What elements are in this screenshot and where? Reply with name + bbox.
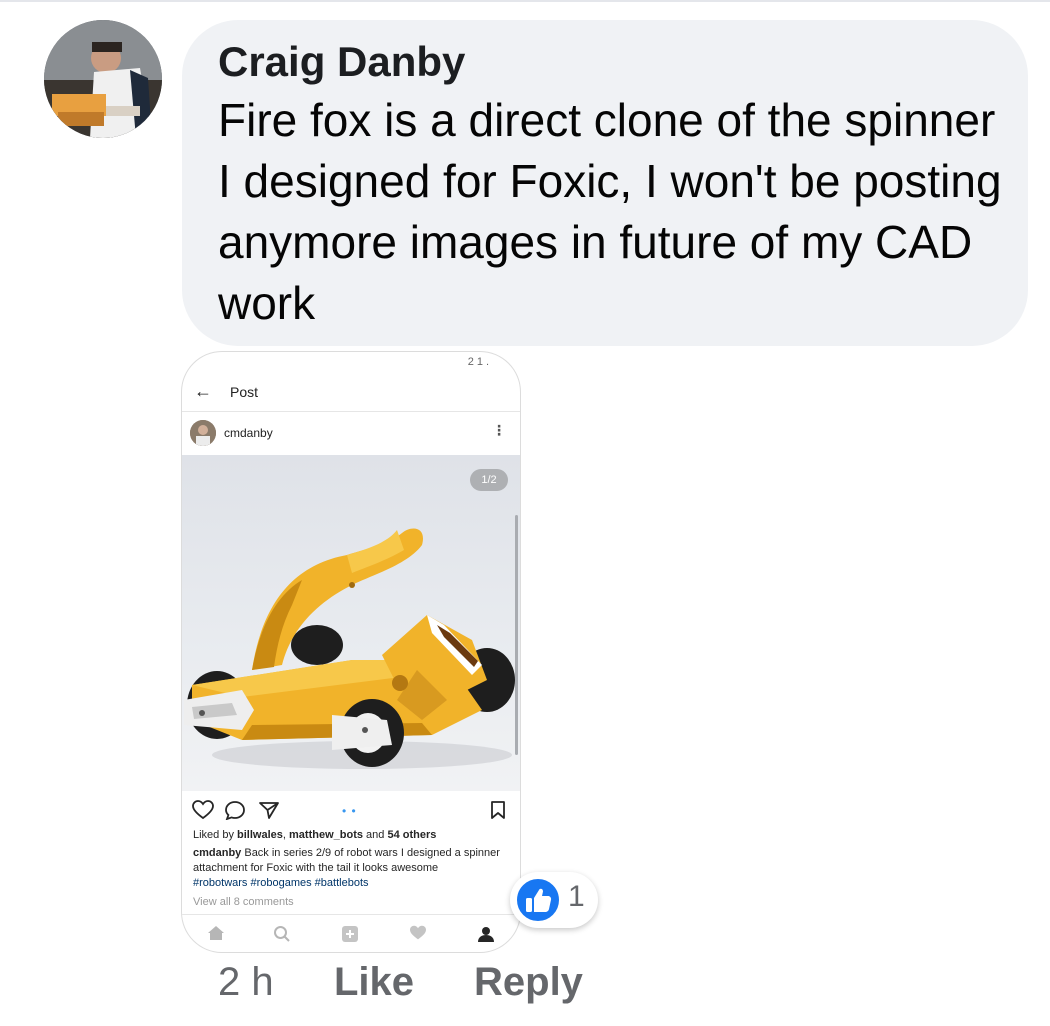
scrollbar[interactable] bbox=[515, 515, 518, 755]
search-icon[interactable] bbox=[272, 925, 292, 945]
likes-summary[interactable]: Liked by billwales, matthew_bots and 54 … bbox=[193, 829, 436, 841]
reply-button[interactable]: Reply bbox=[474, 960, 583, 1005]
image-counter: 1/2 bbox=[470, 469, 508, 491]
back-arrow-icon[interactable]: ← bbox=[194, 381, 212, 402]
post-title: Post bbox=[230, 384, 259, 400]
home-icon[interactable] bbox=[206, 925, 226, 945]
post-avatar[interactable] bbox=[190, 420, 216, 446]
comment-text: Fire fox is a direct clone of the spinne… bbox=[218, 94, 1002, 329]
bottom-nav bbox=[182, 914, 520, 952]
robot-cad-render bbox=[184, 528, 515, 769]
post-user-row: cmdanby ⋮ bbox=[182, 413, 520, 455]
attached-screenshot[interactable]: 21. ← Post cmdanby ⋮ 1/2 • • Liked by bi… bbox=[182, 352, 520, 952]
avatar[interactable] bbox=[44, 20, 162, 138]
likes-user-1[interactable]: billwales bbox=[237, 829, 283, 841]
more-options-icon[interactable]: ⋮ bbox=[492, 422, 506, 439]
post-header: ← Post bbox=[182, 374, 520, 412]
comment-icon[interactable] bbox=[224, 800, 246, 825]
heart-icon[interactable] bbox=[192, 800, 214, 825]
comment-bubble: Craig Danby Fire fox is a direct clone o… bbox=[182, 20, 1028, 346]
post-actions: • • bbox=[182, 798, 520, 824]
activity-heart-icon[interactable] bbox=[408, 925, 428, 945]
top-divider bbox=[0, 0, 1050, 2]
likes-prefix: Liked by bbox=[193, 829, 238, 841]
like-button[interactable]: Like bbox=[334, 960, 414, 1005]
carousel-dots-icon: • • bbox=[342, 804, 357, 818]
post-username[interactable]: cmdanby bbox=[224, 426, 273, 440]
share-icon[interactable] bbox=[258, 800, 280, 825]
profile-icon[interactable] bbox=[476, 925, 496, 945]
thumbs-up-icon bbox=[514, 876, 562, 924]
view-comments-link[interactable]: View all 8 comments bbox=[193, 896, 294, 908]
reaction-badge[interactable]: 1 bbox=[510, 872, 598, 928]
comment-timestamp[interactable]: 2 h bbox=[218, 960, 274, 1005]
comment-author[interactable]: Craig Danby bbox=[218, 38, 465, 86]
profile-photo-icon bbox=[44, 20, 162, 138]
likes-middle: and bbox=[362, 829, 388, 841]
bookmark-icon[interactable] bbox=[490, 800, 506, 825]
likes-others[interactable]: 54 others bbox=[387, 829, 436, 841]
status-bar: 21. bbox=[182, 352, 520, 374]
reaction-count: 1 bbox=[568, 880, 585, 913]
status-icons: 21. bbox=[468, 356, 492, 368]
post-image[interactable]: 1/2 bbox=[182, 455, 520, 791]
likes-user-2[interactable]: matthew_bots bbox=[289, 829, 363, 841]
caption-hashtags[interactable]: #robotwars #robogames #battlebots bbox=[193, 877, 369, 889]
status-time: 21. bbox=[467, 356, 492, 368]
post-caption: cmdanby Back in series 2/9 of robot wars… bbox=[193, 846, 515, 891]
profile-photo-icon bbox=[190, 420, 216, 446]
caption-user[interactable]: cmdanby bbox=[193, 847, 241, 859]
add-post-icon[interactable] bbox=[340, 925, 360, 945]
